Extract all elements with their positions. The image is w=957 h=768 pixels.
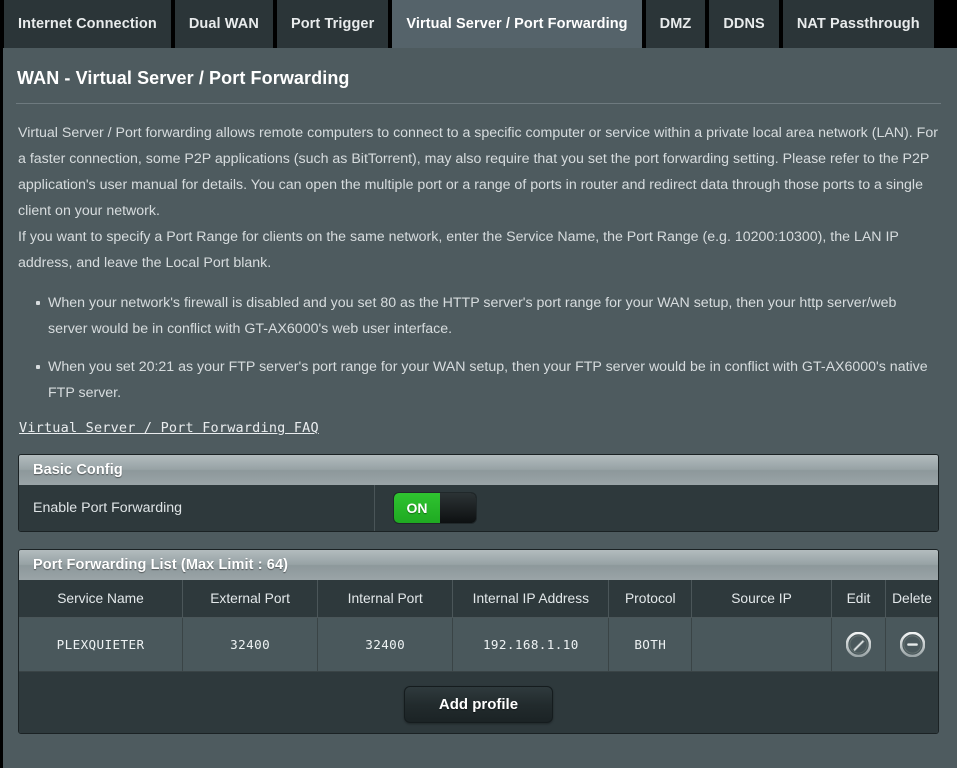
tab-dual-wan[interactable]: Dual WAN — [174, 0, 273, 48]
port-forwarding-list-panel: Port Forwarding List (Max Limit : 64) Se… — [18, 549, 939, 734]
cell-delete — [885, 617, 938, 672]
enable-port-forwarding-control: ON — [375, 485, 938, 531]
note-item: When your network's firewall is disabled… — [36, 290, 939, 342]
cell-edit — [831, 617, 887, 672]
edit-icon[interactable] — [845, 631, 872, 658]
page-content: WAN - Virtual Server / Port Forwarding V… — [0, 48, 957, 734]
tab-label: Virtual Server / Port Forwarding — [406, 16, 628, 32]
column-header-source-ip: Source IP — [691, 580, 832, 618]
wan-tab-bar: Internet Connection Dual WAN Port Trigge… — [0, 0, 957, 48]
enable-port-forwarding-row: Enable Port Forwarding ON — [19, 485, 938, 531]
tab-ddns[interactable]: DDNS — [709, 0, 779, 48]
left-edge-strip — [0, 48, 3, 768]
notes-list: When your network's firewall is disabled… — [14, 290, 943, 406]
tab-label: DMZ — [659, 16, 692, 32]
tab-port-trigger[interactable]: Port Trigger — [276, 0, 389, 48]
toggle-on-label: ON — [394, 493, 440, 523]
enable-port-forwarding-toggle[interactable]: ON — [393, 492, 477, 524]
cell-internal-port: 32400 — [317, 617, 454, 672]
table-header-row: Service Name External Port Internal Port… — [19, 580, 938, 618]
column-header-edit: Edit — [831, 580, 887, 618]
page-description: Virtual Server / Port forwarding allows … — [14, 120, 943, 276]
faq-link[interactable]: Virtual Server / Port Forwarding FAQ — [19, 420, 319, 436]
page-title: WAN - Virtual Server / Port Forwarding — [17, 68, 350, 88]
cell-internal-ip-address: 192.168.1.10 — [452, 617, 610, 672]
tab-dmz[interactable]: DMZ — [645, 0, 706, 48]
tab-label: Port Trigger — [290, 16, 375, 32]
tab-label: DDNS — [723, 16, 765, 32]
basic-config-body: Enable Port Forwarding ON — [19, 485, 938, 531]
table-row: PLEXQUIETER 32400 32400 192.168.1.10 BOT… — [19, 617, 938, 672]
basic-config-panel: Basic Config Enable Port Forwarding ON — [18, 454, 939, 532]
tab-label: Internet Connection — [18, 16, 157, 32]
add-profile-bar: Add profile — [19, 672, 938, 733]
tab-label: NAT Passthrough — [796, 16, 920, 32]
column-header-delete: Delete — [885, 580, 938, 618]
column-header-internal-ip-address: Internal IP Address — [452, 580, 610, 618]
tab-nat-passthrough[interactable]: NAT Passthrough — [782, 0, 934, 48]
column-header-external-port: External Port — [182, 580, 319, 618]
note-item: When you set 20:21 as your FTP server's … — [36, 354, 939, 406]
column-header-protocol: Protocol — [608, 580, 693, 618]
router-admin-page: Internet Connection Dual WAN Port Trigge… — [0, 0, 957, 768]
tab-internet-connection[interactable]: Internet Connection — [4, 0, 171, 48]
description-paragraph-1: Virtual Server / Port forwarding allows … — [18, 125, 938, 219]
cell-protocol: BOTH — [608, 617, 693, 672]
add-profile-button[interactable]: Add profile — [403, 686, 554, 723]
port-forwarding-table: Service Name External Port Internal Port… — [19, 580, 938, 672]
column-header-internal-port: Internal Port — [317, 580, 454, 618]
cell-source-ip — [691, 617, 832, 672]
enable-port-forwarding-label: Enable Port Forwarding — [19, 485, 375, 531]
port-forwarding-list-body: Service Name External Port Internal Port… — [19, 580, 938, 733]
column-header-service-name: Service Name — [19, 580, 184, 618]
port-forwarding-list-heading: Port Forwarding List (Max Limit : 64) — [19, 550, 938, 580]
description-paragraph-2: If you want to specify a Port Range for … — [18, 229, 899, 271]
basic-config-heading: Basic Config — [19, 455, 938, 485]
delete-icon[interactable] — [899, 631, 925, 658]
cell-external-port: 32400 — [182, 617, 319, 672]
cell-service-name: PLEXQUIETER — [19, 617, 184, 672]
tab-label: Dual WAN — [188, 16, 259, 32]
title-divider — [16, 103, 941, 104]
tab-virtual-server-port-forwarding[interactable]: Virtual Server / Port Forwarding — [392, 0, 642, 48]
toggle-knob[interactable] — [440, 493, 476, 523]
